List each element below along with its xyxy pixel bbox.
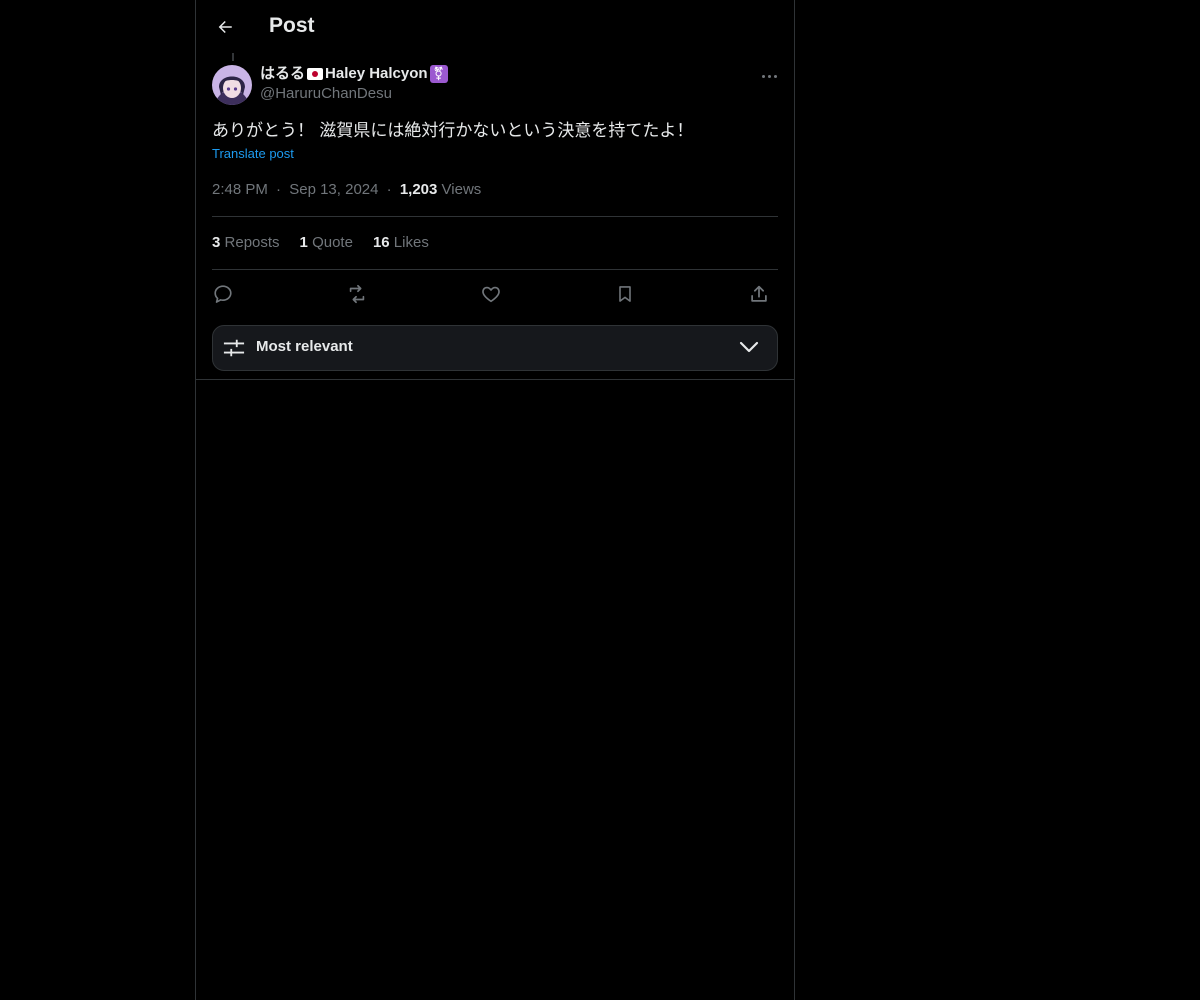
like-button[interactable]: [476, 280, 506, 308]
post-column: Post はるる Haley Halcyon ⚧ @HaruruChanDesu…: [195, 0, 795, 1000]
engagement-stats: 3 Reposts 1 Quote 16 Likes: [212, 233, 429, 253]
more-dot-icon: [773, 74, 777, 78]
reply-button[interactable]: [208, 280, 238, 308]
post-time[interactable]: 2:48 PM: [212, 181, 268, 198]
bookmark-button[interactable]: [610, 280, 640, 308]
reply-icon: [214, 285, 232, 303]
author-handle[interactable]: @HaruruChanDesu: [260, 84, 448, 104]
reposts-stat[interactable]: 3 Reposts: [212, 233, 280, 253]
more-dot-icon: [767, 74, 771, 78]
divider: [212, 269, 778, 270]
page-header: Post: [196, 0, 794, 53]
reposts-count: 3: [212, 234, 221, 251]
share-icon: [751, 285, 767, 302]
bookmark-icon: [619, 286, 631, 302]
sliders-icon: [223, 339, 245, 357]
likes-stat[interactable]: 16 Likes: [373, 233, 429, 253]
transgender-symbol-icon: ⚧: [429, 65, 448, 83]
likes-label: Likes: [393, 234, 429, 251]
likes-count: 16: [372, 234, 390, 251]
sort-label: Most relevant: [256, 338, 353, 355]
repost-button[interactable]: [342, 280, 372, 308]
meta-separator: ·: [386, 181, 392, 198]
page-title: Post: [269, 14, 315, 37]
post-metadata: 2:48 PM · Sep 13, 2024 · 1,203 Views: [212, 180, 481, 200]
thread-connector: [232, 53, 234, 61]
divider: [212, 216, 778, 217]
quotes-stat[interactable]: 1 Quote: [300, 233, 353, 253]
post-date[interactable]: Sep 13, 2024: [289, 181, 378, 198]
author-display-name[interactable]: はるる Haley Halcyon ⚧: [260, 64, 448, 84]
action-bar: [212, 280, 778, 308]
reply-sort-dropdown[interactable]: Most relevant: [212, 325, 778, 371]
avatar[interactable]: [212, 65, 252, 105]
more-options-button[interactable]: [756, 66, 782, 86]
views-label: Views: [441, 181, 482, 198]
author-name-main: Haley Halcyon: [325, 65, 428, 82]
views-count: 1,203: [399, 181, 438, 198]
quotes-count: 1: [299, 234, 308, 251]
author-block: はるる Haley Halcyon ⚧ @HaruruChanDesu: [260, 64, 448, 104]
section-divider: [196, 379, 794, 380]
meta-separator: ·: [276, 181, 282, 198]
back-button[interactable]: [212, 14, 238, 40]
share-button[interactable]: [744, 280, 774, 308]
like-icon: [482, 286, 500, 303]
repost-icon: [349, 284, 365, 304]
japan-flag-icon: [307, 68, 324, 80]
reposts-label: Reposts: [224, 234, 280, 251]
post-text: ありがとう！ 滋賀県には絶対行かないという決意を持てたよ！: [212, 121, 694, 141]
quotes-label: Quote: [312, 234, 353, 251]
chevron-down-icon: [739, 341, 759, 353]
arrow-left-icon: [218, 21, 232, 33]
more-dot-icon: [761, 74, 765, 78]
translate-post-link[interactable]: Translate post: [212, 146, 294, 161]
author-name-prefix: はるる: [260, 65, 306, 82]
